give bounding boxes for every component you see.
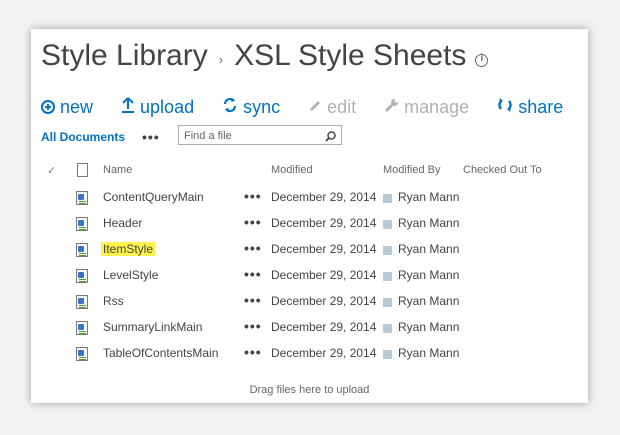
column-header-name[interactable]: Name bbox=[103, 164, 132, 176]
edit-label: edit bbox=[327, 96, 357, 117]
search-box bbox=[178, 125, 342, 145]
file-modified: December 29, 2014 bbox=[271, 346, 377, 360]
view-all-documents-link[interactable]: All Documents bbox=[41, 130, 125, 144]
column-headers: ✓ Name Modified Modified By Checked Out … bbox=[31, 161, 588, 181]
xsl-file-icon bbox=[76, 295, 88, 309]
row-more-options-icon[interactable]: ••• bbox=[244, 318, 262, 334]
breadcrumb-separator-icon: › bbox=[218, 51, 224, 67]
file-row[interactable]: ContentQueryMain ••• December 29, 2014 R… bbox=[31, 185, 588, 211]
row-more-options-icon[interactable]: ••• bbox=[244, 344, 262, 360]
drag-upload-zone[interactable]: Drag files here to upload bbox=[31, 384, 588, 396]
file-modified: December 29, 2014 bbox=[271, 190, 377, 204]
file-row[interactable]: Header ••• December 29, 2014 Ryan Mann bbox=[31, 211, 588, 237]
file-row[interactable]: LevelStyle ••• December 29, 2014 Ryan Ma… bbox=[31, 263, 588, 289]
file-modified: December 29, 2014 bbox=[271, 320, 377, 334]
view-bar: All Documents ••• bbox=[41, 125, 361, 149]
share-label: share bbox=[518, 96, 564, 117]
search-input[interactable] bbox=[179, 127, 320, 145]
sync-icon bbox=[222, 97, 238, 118]
xsl-file-icon bbox=[76, 191, 88, 205]
row-more-options-icon[interactable]: ••• bbox=[244, 240, 262, 256]
file-name-link[interactable]: ContentQueryMain bbox=[103, 190, 204, 204]
select-all-check-icon[interactable]: ✓ bbox=[47, 164, 56, 177]
share-button[interactable]: share bbox=[497, 97, 563, 118]
manage-label: manage bbox=[404, 96, 470, 117]
row-more-options-icon[interactable]: ••• bbox=[244, 292, 262, 308]
file-name-link[interactable]: Rss bbox=[103, 294, 124, 308]
plus-circle-icon bbox=[41, 100, 55, 114]
breadcrumb-current: XSL Style Sheets bbox=[234, 39, 467, 72]
column-header-modified-by[interactable]: Modified By bbox=[383, 164, 440, 176]
file-name-link[interactable]: TableOfContentsMain bbox=[103, 346, 218, 360]
file-row[interactable]: Rss ••• December 29, 2014 Ryan Mann bbox=[31, 289, 588, 315]
file-row[interactable]: SummaryLinkMain ••• December 29, 2014 Ry… bbox=[31, 315, 588, 341]
sync-button[interactable]: sync bbox=[222, 97, 280, 118]
file-name-link[interactable]: SummaryLinkMain bbox=[103, 320, 202, 334]
file-modified-by[interactable]: Ryan Mann bbox=[398, 268, 459, 282]
file-row[interactable]: ItemStyle ••• December 29, 2014 Ryan Man… bbox=[31, 237, 588, 263]
upload-button[interactable]: upload bbox=[121, 97, 194, 118]
file-modified-by[interactable]: Ryan Mann bbox=[398, 320, 459, 334]
file-modified: December 29, 2014 bbox=[271, 268, 377, 282]
file-list: ContentQueryMain ••• December 29, 2014 R… bbox=[31, 185, 588, 367]
user-presence-icon bbox=[383, 220, 392, 229]
column-header-checked-out-to[interactable]: Checked Out To bbox=[463, 164, 542, 176]
info-icon[interactable] bbox=[475, 53, 489, 67]
user-presence-icon bbox=[383, 324, 392, 333]
user-presence-icon bbox=[383, 350, 392, 359]
sync-label: sync bbox=[243, 96, 281, 117]
file-modified-by[interactable]: Ryan Mann bbox=[398, 216, 459, 230]
wrench-icon bbox=[384, 97, 399, 118]
row-more-options-icon[interactable]: ••• bbox=[244, 214, 262, 230]
page-title: Style Library › XSL Style Sheets bbox=[41, 36, 489, 76]
xsl-file-icon bbox=[76, 269, 88, 283]
file-type-header-icon[interactable] bbox=[77, 163, 88, 177]
user-presence-icon bbox=[383, 298, 392, 307]
new-button[interactable]: new bbox=[41, 97, 93, 118]
file-modified: December 29, 2014 bbox=[271, 216, 377, 230]
file-modified-by[interactable]: Ryan Mann bbox=[398, 190, 459, 204]
xsl-file-icon bbox=[76, 321, 88, 335]
file-name-link[interactable]: LevelStyle bbox=[103, 268, 158, 282]
row-more-options-icon[interactable]: ••• bbox=[244, 266, 262, 282]
file-modified: December 29, 2014 bbox=[271, 242, 377, 256]
file-row[interactable]: TableOfContentsMain ••• December 29, 201… bbox=[31, 341, 588, 367]
edit-button[interactable]: edit bbox=[308, 97, 356, 118]
document-library-panel: Style Library › XSL Style Sheets new upl… bbox=[31, 29, 588, 403]
upload-label: upload bbox=[140, 96, 195, 117]
pencil-icon bbox=[308, 97, 322, 118]
file-name-link-highlighted[interactable]: ItemStyle bbox=[101, 242, 156, 256]
xsl-file-icon bbox=[76, 243, 88, 257]
view-more-options-icon[interactable]: ••• bbox=[142, 129, 160, 145]
file-modified-by[interactable]: Ryan Mann bbox=[398, 242, 459, 256]
user-presence-icon bbox=[383, 272, 392, 281]
user-presence-icon bbox=[383, 194, 392, 203]
upload-arrow-icon bbox=[121, 96, 135, 118]
breadcrumb-parent[interactable]: Style Library bbox=[41, 39, 208, 73]
xsl-file-icon bbox=[76, 217, 88, 231]
xsl-file-icon bbox=[76, 347, 88, 361]
row-more-options-icon[interactable]: ••• bbox=[244, 188, 262, 204]
file-name-link[interactable]: Header bbox=[103, 216, 142, 230]
column-header-modified[interactable]: Modified bbox=[271, 164, 313, 176]
command-toolbar: new upload sync edit manage share bbox=[41, 95, 591, 119]
file-modified-by[interactable]: Ryan Mann bbox=[398, 346, 459, 360]
file-modified-by[interactable]: Ryan Mann bbox=[398, 294, 459, 308]
search-icon[interactable] bbox=[325, 129, 336, 142]
share-icon bbox=[497, 97, 513, 118]
user-presence-icon bbox=[383, 246, 392, 255]
file-modified: December 29, 2014 bbox=[271, 294, 377, 308]
new-label: new bbox=[60, 96, 94, 117]
manage-button[interactable]: manage bbox=[384, 97, 469, 118]
